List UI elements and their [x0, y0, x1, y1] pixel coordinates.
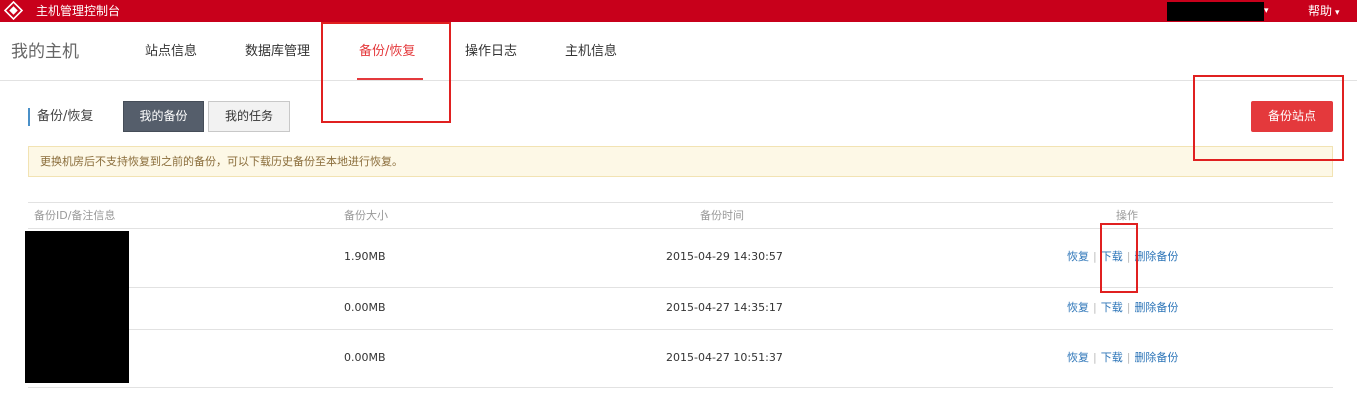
my-backups-button[interactable]: 我的备份: [123, 101, 204, 132]
section-label: 备份/恢复: [28, 108, 93, 126]
delete-backup-link[interactable]: 删除备份: [1134, 301, 1178, 314]
header-time: 备份时间: [700, 209, 744, 222]
tab-database[interactable]: 数据库管理: [245, 44, 310, 60]
tab-site-info[interactable]: 站点信息: [145, 44, 197, 60]
highlight-box-tab: [321, 22, 451, 123]
backup-time: 2015-04-29 14:30:57: [666, 250, 783, 263]
user-menu-caret-icon[interactable]: ▾: [1264, 4, 1269, 18]
table-row: 0.00MB 2015-04-27 10:51:37 恢复 | 下载 | 删除备份: [28, 330, 1333, 388]
separator: |: [1093, 250, 1097, 263]
notice-banner: 更换机房后不支持恢复到之前的备份，可以下载历史备份至本地进行恢复。: [28, 146, 1333, 177]
console-logo-icon: [3, 0, 24, 21]
download-link[interactable]: 下载: [1101, 301, 1123, 314]
header-actions: 操作: [1116, 209, 1138, 222]
separator: |: [1126, 351, 1131, 364]
restore-link[interactable]: 恢复: [1067, 301, 1089, 314]
backup-time: 2015-04-27 14:35:17: [666, 301, 783, 314]
download-link[interactable]: 下载: [1101, 351, 1123, 364]
redacted-username[interactable]: [1167, 2, 1264, 21]
row-actions: 恢复 | 下载 | 删除备份: [1067, 301, 1178, 315]
tab-operation-log[interactable]: 操作日志: [465, 44, 517, 60]
help-menu-label: 帮助: [1308, 4, 1333, 18]
help-menu[interactable]: 帮助 ▾: [1308, 3, 1340, 21]
delete-backup-link[interactable]: 删除备份: [1134, 351, 1178, 364]
header-backup-id: 备份ID/备注信息: [34, 209, 116, 222]
tab-host-info[interactable]: 主机信息: [565, 44, 617, 60]
separator: |: [1126, 301, 1131, 314]
backup-size: 0.00MB: [344, 351, 386, 364]
top-bar: 主机管理控制台 ▾ 帮助 ▾: [0, 0, 1357, 22]
console-title: 主机管理控制台: [36, 4, 121, 18]
backup-time: 2015-04-27 10:51:37: [666, 351, 783, 364]
highlight-box-backup-button: [1193, 75, 1344, 161]
restore-link[interactable]: 恢复: [1067, 250, 1089, 263]
separator: |: [1093, 301, 1097, 314]
highlight-box-download: [1100, 223, 1138, 293]
page-title: 我的主机: [11, 42, 79, 62]
row-actions: 恢复 | 下载 | 删除备份: [1067, 351, 1178, 365]
my-tasks-button[interactable]: 我的任务: [208, 101, 290, 132]
backup-size: 0.00MB: [344, 301, 386, 314]
backup-size: 1.90MB: [344, 250, 386, 263]
header-size: 备份大小: [344, 209, 388, 222]
redacted-backup-ids: [25, 231, 129, 383]
host-nav: 我的主机 站点信息 数据库管理 备份/恢复 操作日志 主机信息: [0, 22, 1357, 81]
delete-backup-link[interactable]: 删除备份: [1134, 250, 1178, 263]
separator: |: [1093, 351, 1097, 364]
restore-link[interactable]: 恢复: [1067, 351, 1089, 364]
table-row: 0.00MB 2015-04-27 14:35:17 恢复 | 下载 | 删除备份: [28, 288, 1333, 330]
help-caret-icon: ▾: [1335, 8, 1340, 18]
